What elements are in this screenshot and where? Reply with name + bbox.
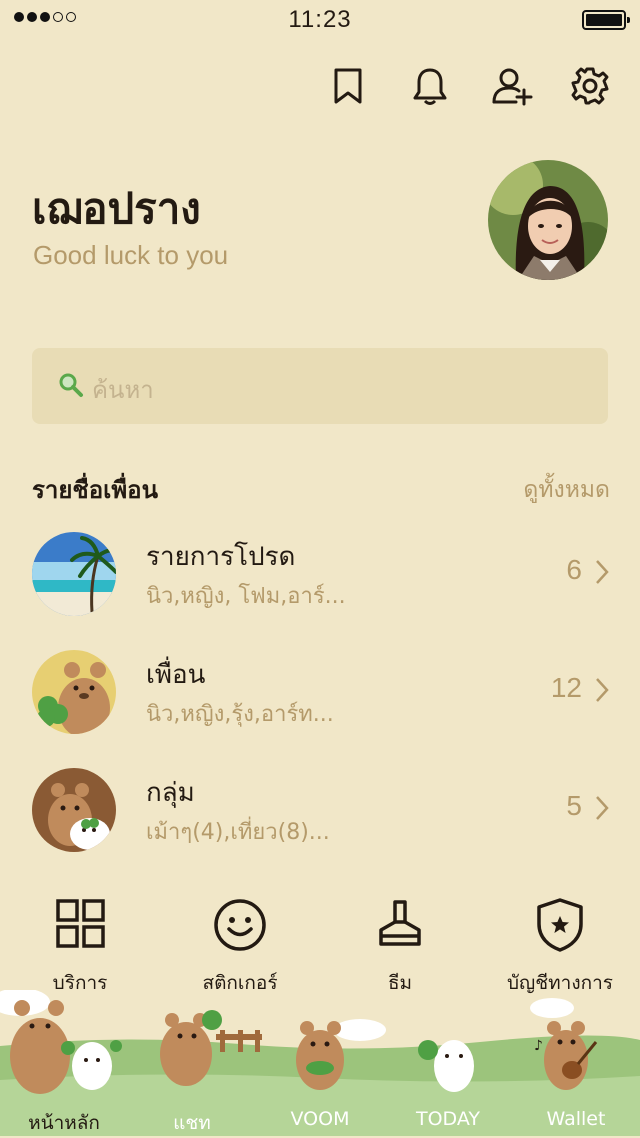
tab-voom-label: VOOM [290,1108,350,1130]
official-accounts-button[interactable]: บัญชีทางการ [480,896,640,998]
list-item-title: รายการโปรด [146,542,296,572]
search-placeholder: ค้นหา [92,376,154,404]
list-item-count: 5 [566,790,582,821]
list-item-subtitle: นิว,หญิง,รุ้ง,อาร์ท... [146,702,334,727]
smile-icon [214,899,266,951]
chevron-right-icon [596,796,609,820]
friends-avatar [32,650,116,734]
list-item-friends[interactable]: เพื่อน นิว,หญิง,รุ้ง,อาร์ท... 12 [0,650,640,760]
tab-today-label: TODAY [416,1108,480,1130]
chevron-right-icon [596,560,609,584]
favorites-avatar [32,532,116,616]
battery-icon [582,10,630,30]
tab-today[interactable]: TODAY [384,1108,512,1130]
profile-status-message[interactable]: Good luck to you [33,240,228,271]
gear-icon[interactable] [568,64,612,108]
tab-wallet[interactable]: Wallet [512,1108,640,1130]
status-bar: 11:23 [0,0,640,40]
tab-chats[interactable]: แชท [128,1108,256,1138]
tab-home-label: หน้าหลัก [28,1112,100,1134]
search-bar[interactable]: ค้นหา [32,348,608,424]
list-item-count: 6 [566,554,582,585]
brush-icon [379,900,421,946]
list-item-count: 12 [550,672,582,703]
tab-voom[interactable]: VOOM [256,1108,384,1130]
list-item-subtitle: นิว,หญิง, โฟม,อาร์... [146,584,346,609]
list-item-favorites[interactable]: รายการโปรด นิว,หญิง, โฟม,อาร์... 6 [0,532,640,642]
profile-avatar[interactable] [488,160,608,280]
service-button[interactable]: บริการ [0,896,160,998]
list-item-title: กลุ่ม [146,778,195,808]
grid-icon [56,899,105,948]
themes-button[interactable]: ธีม [320,896,480,998]
svg-text:♪: ♪ [534,1038,543,1054]
list-item-groups[interactable]: กลุ่ม เม้าๆ(4),เที่ยว(8)... 5 [0,768,640,878]
profile-name[interactable]: เฌอปราง [32,176,201,242]
bell-icon[interactable] [408,64,452,108]
groups-avatar [32,768,116,852]
tab-chats-label: แชท [173,1112,211,1134]
bookmark-icon[interactable] [326,64,370,108]
list-item-subtitle: เม้าๆ(4),เที่ยว(8)... [146,820,330,845]
shield-star-icon [537,898,583,952]
stickers-button[interactable]: สติกเกอร์ [160,896,320,998]
add-friend-icon[interactable] [490,64,534,108]
search-icon [59,373,83,397]
tab-wallet-label: Wallet [546,1108,606,1130]
list-item-title: เพื่อน [146,660,206,690]
tab-home[interactable]: หน้าหลัก [0,1108,128,1138]
chevron-right-icon [596,678,609,702]
see-all-link[interactable]: ดูทั้งหมด [523,472,610,508]
friends-section-title: รายชื่อเพื่อน [32,476,158,504]
status-time: 11:23 [288,6,352,33]
